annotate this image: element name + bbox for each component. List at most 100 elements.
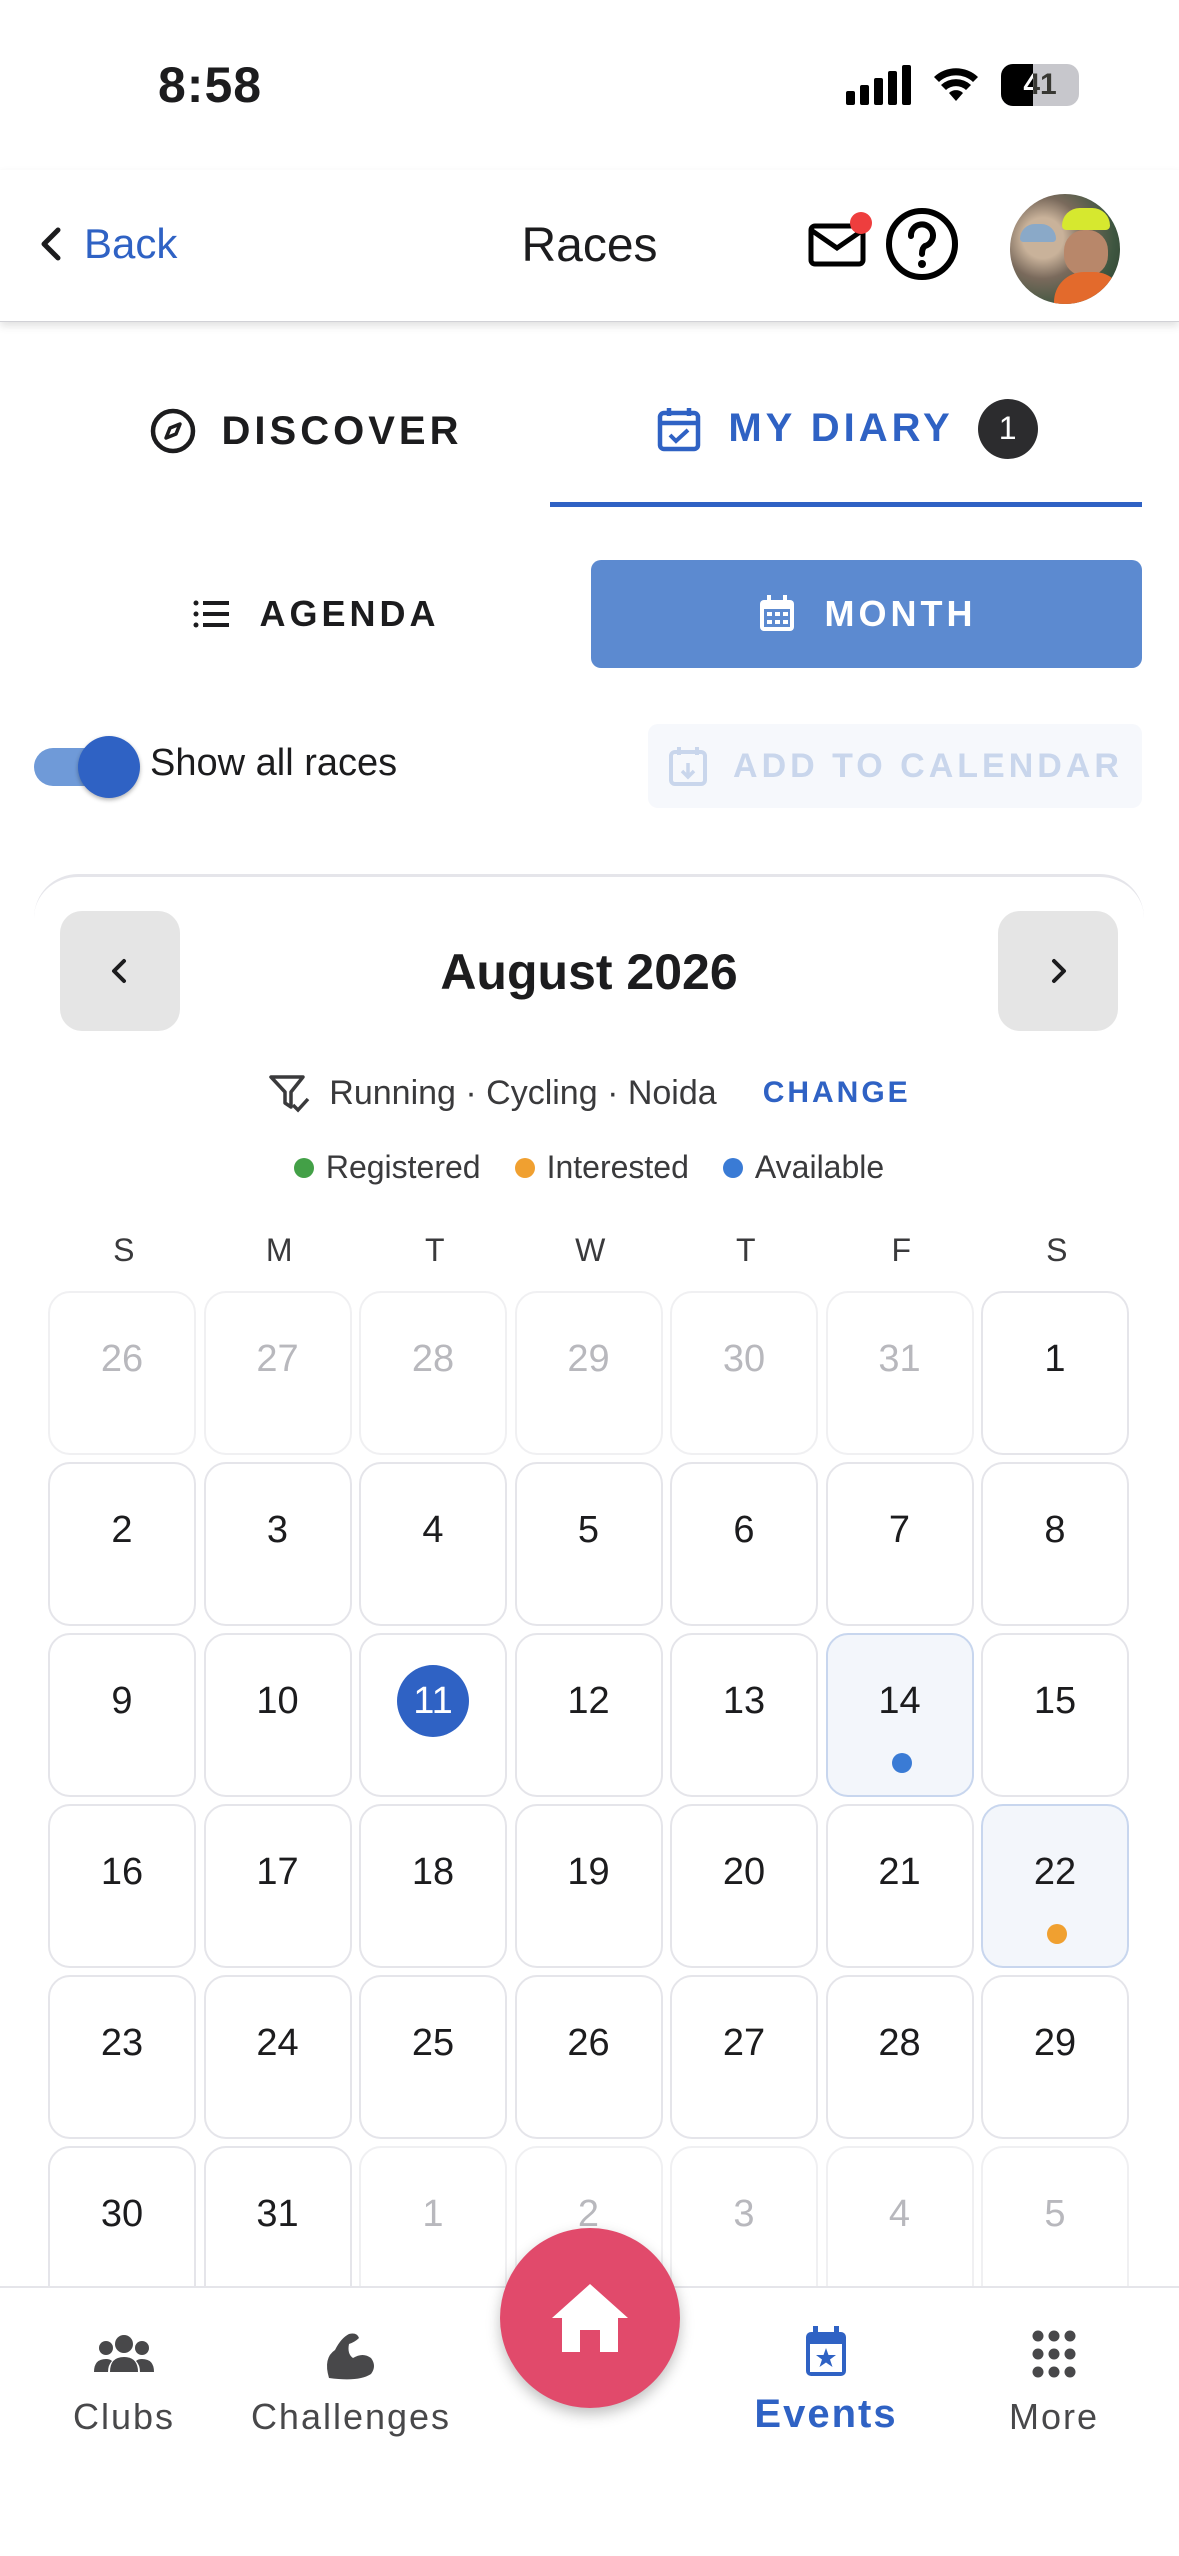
calendar-day[interactable]: 25: [359, 1975, 507, 2139]
calendar-day[interactable]: 21: [825, 1804, 974, 1968]
list-icon: [193, 600, 230, 628]
tab-discover[interactable]: DISCOVER: [40, 355, 570, 507]
calendar-add-icon: [669, 747, 708, 786]
day-number: 24: [256, 2021, 299, 2064]
day-number: 2: [111, 1508, 133, 1551]
calendar-day[interactable]: 28: [825, 1975, 974, 2139]
wifi-icon: [934, 68, 978, 101]
filter-check-icon: [269, 1075, 310, 1113]
calendar-day[interactable]: 11: [359, 1633, 507, 1797]
app-header: Back Races: [0, 170, 1179, 322]
calendar-month-icon: [759, 595, 794, 631]
weekday-header: SMTWTFS: [46, 1232, 1146, 1269]
calendar-day[interactable]: 26: [514, 1975, 663, 2139]
day-number: 13: [722, 1679, 766, 1722]
calendar-day[interactable]: 19: [514, 1804, 663, 1968]
calendar-day[interactable]: 31: [825, 1291, 974, 1455]
tab-my-diary[interactable]: MY DIARY 1: [550, 355, 1142, 507]
status-icons: 41: [846, 64, 1079, 106]
calendar-day[interactable]: 6: [670, 1462, 818, 1626]
status-time: 8:58: [158, 57, 263, 113]
weekday-label: T: [424, 1232, 445, 1268]
calendar-day[interactable]: 7: [825, 1462, 974, 1626]
calendar-star-icon: [806, 2326, 846, 2376]
weekday-label: S: [113, 1232, 135, 1268]
calendar-day[interactable]: 14: [825, 1633, 974, 1797]
nav-events[interactable]: Events: [746, 2324, 906, 2437]
day-number: 26: [100, 1337, 144, 1380]
nav-challenges[interactable]: Challenges: [244, 2328, 458, 2438]
calendar-day[interactable]: 2: [48, 1462, 196, 1626]
legend-label: Interested: [546, 1149, 689, 1185]
nav-challenges-label: Challenges: [250, 2396, 452, 2437]
add-to-calendar-button[interactable]: ADD TO CALENDAR: [648, 724, 1142, 808]
show-all-races-toggle[interactable]: [34, 736, 144, 798]
calendar-day[interactable]: 13: [670, 1633, 818, 1797]
nav-clubs[interactable]: Clubs: [64, 2328, 184, 2438]
calendar-day[interactable]: 18: [359, 1804, 507, 1968]
weekday-label: W: [575, 1232, 606, 1268]
calendar-day[interactable]: 3: [203, 1462, 352, 1626]
calendar-day[interactable]: 17: [203, 1804, 352, 1968]
calendar-day[interactable]: 15: [981, 1633, 1129, 1797]
change-filter-link[interactable]: CHANGE: [763, 1076, 911, 1110]
day-number: 7: [888, 1508, 911, 1551]
day-number: 14: [878, 1679, 921, 1722]
calendar-card: August 2026 Running · Cycling · Noida CH…: [34, 874, 1146, 2310]
calendar-day[interactable]: 5: [514, 1462, 663, 1626]
calendar-day[interactable]: 29: [514, 1291, 663, 1455]
avatar[interactable]: [1010, 194, 1120, 304]
calendar-day[interactable]: 10: [203, 1633, 352, 1797]
day-number: 12: [567, 1679, 610, 1722]
calendar-day[interactable]: 20: [670, 1804, 818, 1968]
month-view-button[interactable]: MONTH: [591, 560, 1142, 668]
calendar-day[interactable]: 16: [48, 1804, 196, 1968]
calendar-day[interactable]: 8: [981, 1462, 1129, 1626]
calendar-day[interactable]: 23: [48, 1975, 196, 2139]
calendar-day[interactable]: 12: [514, 1633, 663, 1797]
calendar-day[interactable]: 22: [981, 1804, 1129, 1968]
filter-summary: Running · Cycling · Noida: [329, 1073, 717, 1112]
home-button[interactable]: [500, 2228, 680, 2408]
month-label: MONTH: [824, 593, 977, 634]
day-number: 31: [878, 1337, 921, 1380]
legend-dot: [514, 1157, 535, 1178]
day-number: 17: [256, 1850, 299, 1893]
help-button[interactable]: [884, 206, 960, 282]
day-number: 5: [577, 1508, 600, 1551]
day-number: 1: [1044, 1337, 1066, 1380]
legend-dot: [293, 1157, 314, 1178]
compass-icon: [150, 408, 195, 454]
chevron-right-icon: [1052, 959, 1066, 983]
battery-percent: 41: [1023, 68, 1057, 101]
calendar-day[interactable]: 27: [203, 1291, 352, 1455]
tab-my-diary-label: MY DIARY: [728, 406, 954, 450]
day-number: 20: [722, 1850, 766, 1893]
day-number: 1: [422, 2192, 444, 2235]
calendar-day[interactable]: 9: [48, 1633, 196, 1797]
calendar-day[interactable]: 30: [670, 1291, 818, 1455]
calendar-day[interactable]: 1: [981, 1291, 1129, 1455]
day-number: 30: [722, 1337, 766, 1380]
diary-count-badge: 1: [977, 398, 1038, 459]
calendar-day[interactable]: 27: [670, 1975, 818, 2139]
help-icon: [886, 208, 958, 280]
group-icon: [94, 2335, 154, 2372]
calendar-day[interactable]: 24: [203, 1975, 352, 2139]
status-bar: 8:58 41: [0, 0, 1179, 170]
nav-more[interactable]: More: [994, 2328, 1114, 2438]
weekday-label: S: [1046, 1232, 1068, 1268]
calendar-day[interactable]: 26: [48, 1291, 196, 1455]
top-tabs: DISCOVER MY DIARY 1: [0, 355, 1179, 507]
calendar-day[interactable]: 4: [359, 1462, 507, 1626]
calendar-day[interactable]: 29: [981, 1975, 1129, 2139]
flexed-arm-icon: [327, 2333, 374, 2380]
today-marker: 11: [397, 1665, 469, 1737]
day-number: 28: [411, 1337, 455, 1380]
messages-button[interactable]: [808, 212, 872, 270]
day-number: 26: [567, 2021, 610, 2064]
page-title: Races: [521, 219, 658, 272]
next-month-button[interactable]: [998, 911, 1118, 1031]
calendar-day[interactable]: 28: [359, 1291, 507, 1455]
agenda-view-button[interactable]: AGENDA: [40, 560, 591, 668]
